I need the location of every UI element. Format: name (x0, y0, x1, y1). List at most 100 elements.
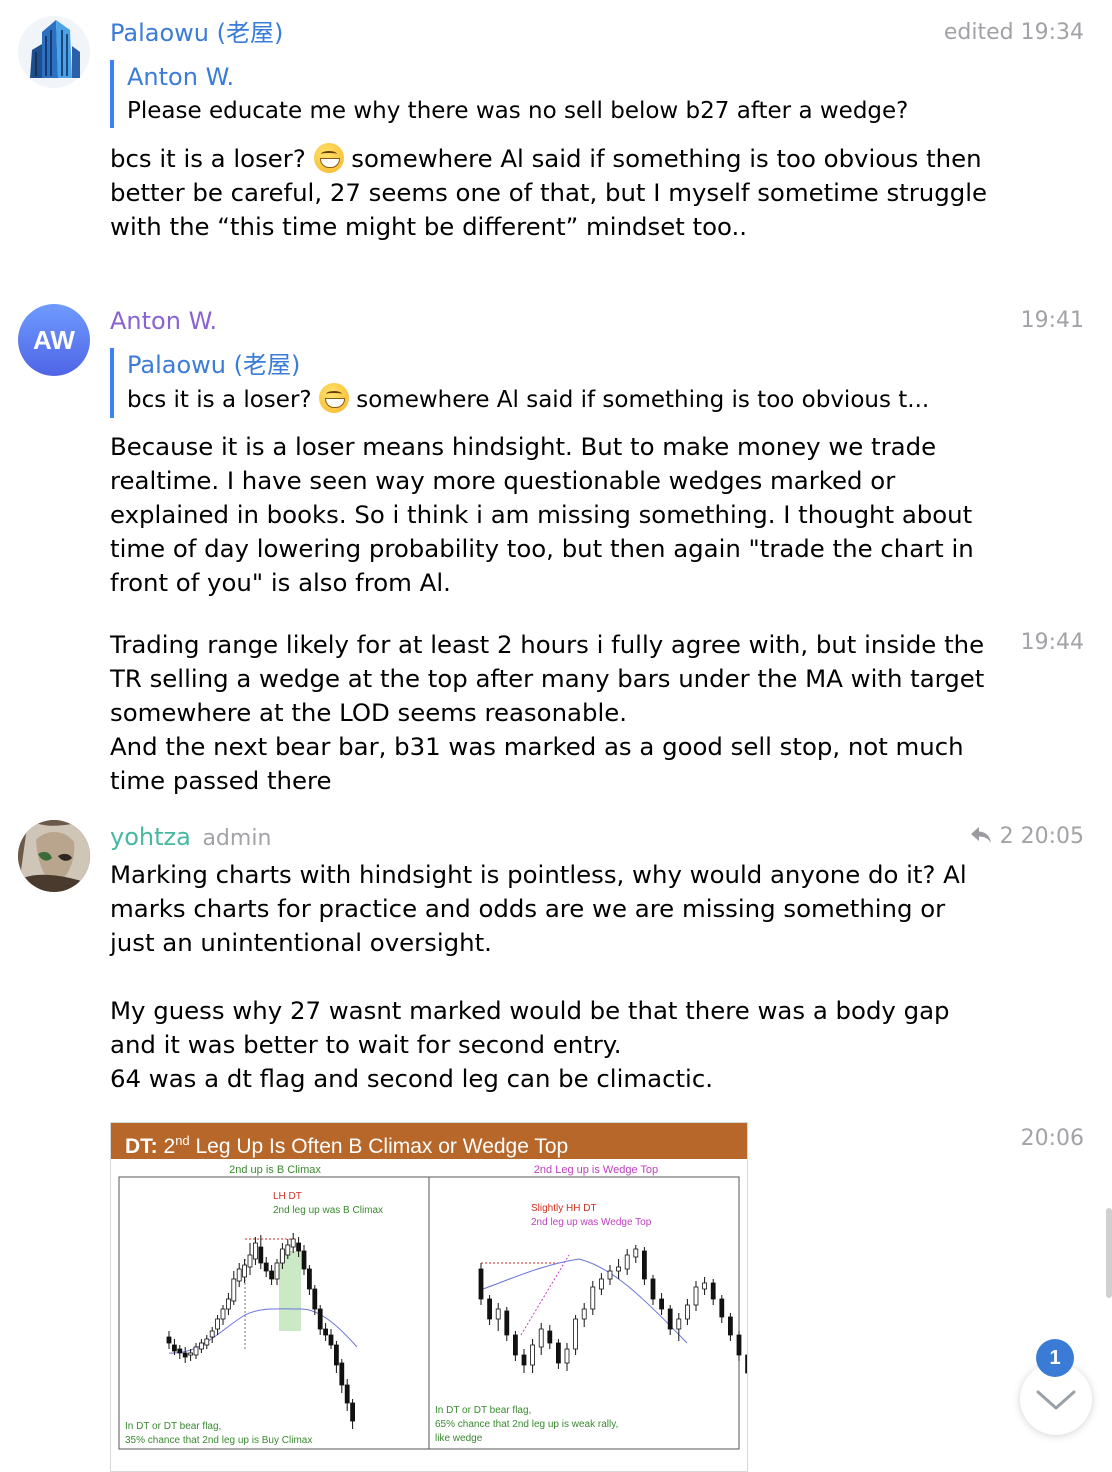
grinning-emoji-icon (318, 383, 349, 413)
chart-title-superscript: nd (175, 1133, 190, 1148)
reply-quote[interactable]: Anton W. Please educate me why there was… (110, 60, 967, 128)
candle-body (344, 1384, 350, 1404)
candle-body (642, 1250, 647, 1280)
candle-body (624, 1254, 630, 1270)
reply-arrow-icon (970, 827, 991, 843)
message-paragraph: My guess why 27 wasnt marked would be th… (110, 996, 950, 1093)
message-time: 20:06 (1020, 1126, 1084, 1151)
avatar-anton[interactable]: AW (18, 304, 90, 376)
message-anton-followup[interactable]: 19:44 Trading range likely for at least … (0, 628, 1112, 798)
candle-body (530, 1344, 536, 1366)
sender-name-text: yohtza (110, 823, 191, 851)
candle-body (676, 1318, 682, 1330)
scrollbar[interactable] (1106, 1208, 1112, 1298)
message-text: Because it is a loser means hindsight. B… (110, 432, 974, 597)
candle-body (258, 1246, 264, 1264)
candle-body (719, 1298, 725, 1318)
right-panel-heading: 2nd Leg up is Wedge Top (534, 1164, 658, 1176)
reply-quote[interactable]: Palaowu (老屋) bcs it is a loser? somewher… (110, 348, 967, 418)
message-time: 19:41 (1020, 308, 1084, 333)
message-text: Marking charts with hindsight is pointle… (110, 858, 990, 1096)
building-icon (30, 20, 80, 78)
left-candles (166, 1233, 356, 1429)
candle-body (590, 1286, 596, 1310)
profile-photo-icon (18, 820, 90, 892)
right-note-1: Slightly HH DT (531, 1203, 597, 1214)
candle-body (323, 1328, 329, 1336)
candle-body (269, 1270, 275, 1280)
quote-text-part1: bcs it is a loser? (127, 387, 312, 413)
candle-body (512, 1334, 518, 1356)
reply-count: 2 (999, 824, 1014, 849)
candle-body (306, 1268, 312, 1290)
candle-body (172, 1344, 177, 1352)
candle-body (236, 1268, 242, 1282)
candle-body (220, 1308, 226, 1320)
message-yohtza[interactable]: yohtza admin 2 20:05 Marking charts with… (0, 818, 1112, 1108)
candle-body (317, 1308, 323, 1330)
candlestick-diagram: 2nd up is B Climax 2nd Leg up is Wedge T… (118, 1164, 747, 1450)
quote-sender: Anton W. (127, 63, 235, 91)
candle-body (252, 1242, 258, 1260)
candle-body (564, 1348, 570, 1364)
chart-title: DT: 2nd Leg Up Is Often B Climax or Wedg… (111, 1123, 747, 1159)
left-note-2: 2nd leg up was B Climax (273, 1205, 383, 1216)
right-footer-2: 65% chance that 2nd leg up is weak rally… (435, 1419, 618, 1430)
candle-body (581, 1308, 587, 1320)
message-time: edited 19:34 (943, 20, 1084, 45)
quote-text: bcs it is a loser? somewhere Al said if … (127, 382, 967, 418)
message-paragraph: Marking charts with hindsight is pointle… (110, 860, 967, 957)
candle-body (274, 1262, 280, 1280)
candle-body (607, 1270, 613, 1280)
candle-body (204, 1338, 210, 1346)
candle-body (736, 1334, 742, 1356)
quote-text-part2: somewhere Al said if something is too ob… (348, 387, 930, 413)
candle-body (728, 1316, 733, 1336)
candle-body (667, 1308, 673, 1330)
right-candles (478, 1245, 747, 1374)
candle-body (177, 1348, 183, 1354)
message-text: Trading range likely for at least 2 hour… (110, 628, 990, 798)
left-panel-heading: 2nd up is B Climax (229, 1164, 321, 1176)
candle-body (231, 1278, 237, 1302)
candle-body (312, 1288, 318, 1310)
candle-body (333, 1344, 339, 1366)
admin-badge: admin (202, 826, 272, 851)
chart-image-attachment[interactable]: DT: 2nd Leg Up Is Often B Climax or Wedg… (110, 1122, 748, 1472)
candle-body (685, 1304, 690, 1320)
message-anton[interactable]: AW Anton W. 19:41 Palaowu (老屋) bcs it is… (0, 300, 1112, 610)
candle-body (521, 1354, 527, 1366)
candle-body (495, 1308, 501, 1320)
candle-body (301, 1250, 307, 1270)
candle-body (693, 1286, 699, 1306)
candle-body (166, 1336, 172, 1344)
chart-title-prefix: DT: (125, 1135, 158, 1158)
candle-body (650, 1278, 656, 1300)
left-note-1: LH DT (273, 1191, 302, 1202)
candle-body (504, 1310, 510, 1336)
sender-name[interactable]: yohtza admin (110, 822, 271, 854)
quote-text: Please educate me why there was no sell … (127, 98, 909, 124)
candle-body (702, 1282, 707, 1290)
candle-body (193, 1346, 199, 1356)
candle-body (242, 1264, 248, 1278)
candle-body (487, 1298, 493, 1320)
avatar-yohtza[interactable] (18, 820, 90, 892)
sender-name[interactable]: Anton W. (110, 306, 217, 336)
candle-body (199, 1342, 204, 1350)
candle-body (328, 1334, 334, 1346)
message-meta[interactable]: 2 20:05 (969, 822, 1084, 852)
quote-sender: Palaowu (老屋) (127, 351, 301, 379)
candle-body (339, 1362, 345, 1386)
avatar-palaowu[interactable] (18, 16, 90, 88)
candle-body (710, 1282, 716, 1300)
unread-count-badge: 1 (1036, 1339, 1074, 1377)
candle-body (659, 1298, 664, 1310)
message-palaowu[interactable]: Palaowu (老屋) edited 19:34 Anton W. Pleas… (0, 0, 1112, 290)
candle-body (745, 1354, 747, 1374)
candle-body (555, 1342, 561, 1364)
candle-body (215, 1318, 220, 1330)
candle-body (573, 1318, 579, 1350)
left-footer-1: In DT or DT bear flag, (125, 1421, 221, 1432)
sender-name[interactable]: Palaowu (老屋) (110, 18, 283, 48)
